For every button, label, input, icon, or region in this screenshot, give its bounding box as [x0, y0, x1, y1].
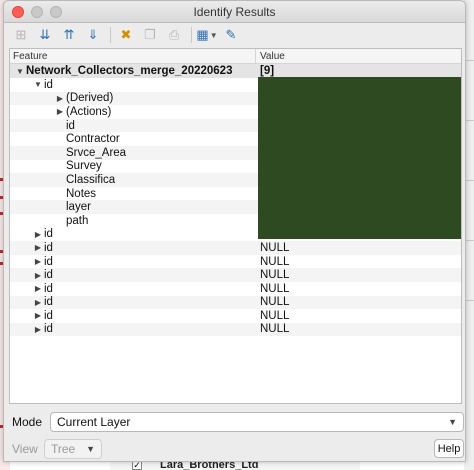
clear-results-icon[interactable]: ✖	[115, 25, 137, 45]
feature-value: NULL	[260, 269, 290, 282]
column-header-feature[interactable]: Feature	[10, 49, 256, 63]
feature-label: id	[44, 296, 53, 309]
attribute-label: Survey	[66, 160, 102, 173]
feature-row[interactable]: ▶id NULL	[10, 322, 461, 337]
redacted-value-block	[258, 77, 461, 239]
feature-label: id	[44, 241, 53, 254]
feature-label: id	[44, 282, 53, 295]
feature-label: id	[44, 309, 53, 322]
expand-arrow-icon[interactable]: ▶	[54, 107, 66, 116]
attribute-label: Classifica	[66, 173, 116, 186]
chevron-down-icon: ▼	[209, 30, 218, 40]
layer-name: Network_Collectors_merge_20220623	[26, 65, 233, 77]
column-header-value[interactable]: Value	[256, 49, 461, 63]
toolbar: ⊞ ⇊ ⇈ ⇓ ✖ ❐ ⎙ ▦ ▼ ✎	[4, 23, 465, 47]
view-label: View	[12, 442, 38, 456]
feature-row[interactable]: ▶id NULL	[10, 309, 461, 323]
expand-arrow-icon[interactable]: ▶	[32, 230, 44, 239]
toolbar-separator	[110, 27, 111, 43]
expand-arrow-icon[interactable]: ▶	[32, 298, 44, 307]
feature-row[interactable]: ▶id NULL	[10, 255, 461, 269]
feature-value: NULL	[260, 309, 290, 322]
feature-row[interactable]: ▶id NULL	[10, 241, 461, 255]
identify-results-window: Identify Results ⊞ ⇊ ⇈ ⇓ ✖ ❐ ⎙ ▦ ▼ ✎ Feature Valu…	[3, 0, 466, 462]
feature-row[interactable]: ▶id NULL	[10, 268, 461, 282]
attribute-label: path	[66, 214, 89, 227]
expand-arrow-icon[interactable]: ▶	[32, 271, 44, 280]
attribute-label: Notes	[66, 187, 97, 200]
attribute-label: layer	[66, 201, 91, 214]
toolbar-separator	[191, 27, 192, 43]
expand-all-icon[interactable]: ⇊	[34, 25, 56, 45]
mode-row: Mode Current Layer ▼	[12, 411, 464, 433]
feature-label: id	[44, 78, 53, 91]
print-icon[interactable]: ⎙	[163, 25, 185, 45]
view-row: View Tree ▼ Help	[12, 438, 464, 460]
mode-select-value: Current Layer	[57, 415, 131, 429]
settings-icon[interactable]: ✎	[220, 25, 242, 45]
attribute-label: (Derived)	[66, 92, 114, 105]
tree-header: Feature Value	[10, 49, 461, 64]
results-tree[interactable]: Feature Value ▼ Network_Collectors_merge…	[9, 48, 462, 404]
feature-row[interactable]: ▶id NULL	[10, 282, 461, 296]
collapse-all-icon[interactable]: ⇈	[58, 25, 80, 45]
window-title: Identify Results	[193, 5, 276, 19]
attribute-label: Srvce_Area	[66, 146, 127, 159]
feature-label: id	[44, 255, 53, 268]
expand-new-icon[interactable]: ⇓	[82, 25, 104, 45]
feature-label: id	[44, 323, 53, 336]
expand-arrow-icon[interactable]: ▶	[32, 243, 44, 252]
feature-value: NULL	[260, 255, 290, 268]
chevron-down-icon: ▼	[86, 444, 95, 454]
expand-icon[interactable]: ⊞	[10, 25, 32, 45]
select-mode-icon[interactable]: ▦ ▼	[196, 25, 218, 45]
feature-value: NULL	[260, 323, 290, 336]
mode-select[interactable]: Current Layer ▼	[50, 412, 464, 432]
attribute-label: (Actions)	[66, 105, 112, 118]
attribute-label: id	[66, 119, 75, 132]
feature-row[interactable]: ▶id NULL	[10, 295, 461, 310]
collapse-arrow-icon[interactable]: ▼	[14, 67, 26, 76]
chevron-down-icon: ▼	[448, 417, 457, 427]
copy-feature-icon[interactable]: ❐	[139, 25, 161, 45]
expand-arrow-icon[interactable]: ▶	[32, 284, 44, 293]
expand-arrow-icon[interactable]: ▶	[54, 94, 66, 103]
feature-value: NULL	[260, 296, 290, 309]
view-select-value: Tree	[51, 442, 76, 456]
title-bar[interactable]: Identify Results	[4, 1, 465, 23]
feature-label: id	[44, 228, 53, 241]
layer-count: [9]	[260, 65, 275, 77]
feature-value: NULL	[260, 282, 290, 295]
attribute-label: Contractor	[66, 133, 120, 146]
expand-arrow-icon[interactable]: ▶	[32, 311, 44, 320]
feature-value: NULL	[260, 241, 290, 254]
mode-label: Mode	[12, 415, 43, 429]
expand-arrow-icon[interactable]: ▶	[32, 257, 44, 266]
help-button[interactable]: Help	[434, 439, 464, 458]
feature-label: id	[44, 269, 53, 282]
view-select[interactable]: Tree ▼	[44, 439, 102, 459]
collapse-arrow-icon[interactable]: ▼	[32, 80, 44, 89]
layer-row[interactable]: ▼ Network_Collectors_merge_20220623 [9]	[10, 64, 461, 78]
expand-arrow-icon[interactable]: ▶	[32, 325, 44, 334]
